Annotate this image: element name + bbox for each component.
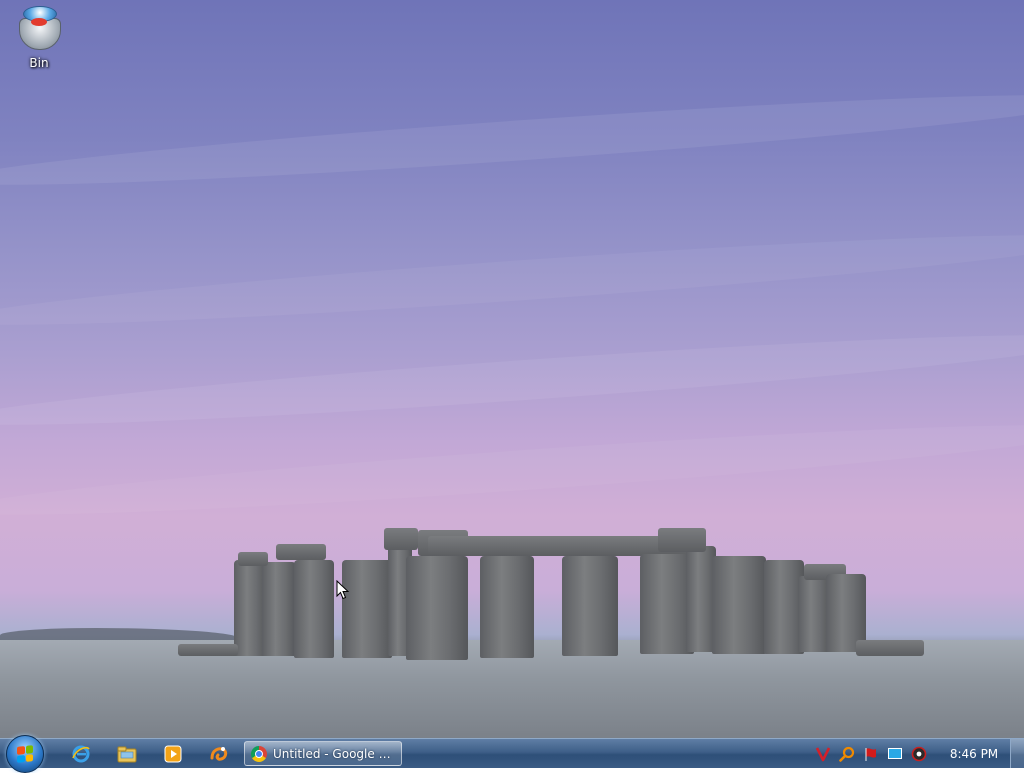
windows-orb-icon bbox=[17, 745, 33, 763]
desktop-wallpaper: Bin bbox=[0, 0, 1024, 738]
recycle-bin-icon bbox=[17, 4, 61, 52]
sky-cloud bbox=[0, 79, 1024, 201]
tray-item-search[interactable] bbox=[836, 743, 858, 765]
sky-cloud bbox=[0, 409, 1024, 531]
uc-browser-icon bbox=[210, 747, 228, 761]
show-desktop-button[interactable] bbox=[1010, 739, 1024, 768]
start-button[interactable] bbox=[6, 735, 44, 773]
vivaldi-icon bbox=[815, 747, 831, 762]
media-player-icon bbox=[164, 745, 182, 763]
chrome-icon bbox=[251, 745, 267, 762]
internet-explorer-icon bbox=[72, 745, 90, 763]
tray-item-action-center[interactable] bbox=[860, 743, 882, 765]
desktop-icon-bin[interactable]: Bin bbox=[10, 4, 68, 76]
taskbar-clock[interactable]: 8:46 PM bbox=[946, 739, 1002, 769]
display-icon bbox=[888, 748, 902, 759]
taskbar-pin-media-player[interactable] bbox=[156, 743, 190, 765]
taskbar-window-chrome[interactable]: Untitled - Google Ch... bbox=[244, 741, 402, 766]
taskbar-window-title: Untitled - Google Ch... bbox=[273, 746, 393, 761]
volume-icon bbox=[911, 746, 927, 762]
file-explorer-icon bbox=[117, 746, 137, 763]
tray-item-display[interactable] bbox=[884, 743, 906, 765]
search-magnifier-icon bbox=[839, 746, 855, 762]
desktop-icon-label: Bin bbox=[29, 56, 49, 70]
sky-cloud bbox=[0, 319, 1024, 441]
tray-item-vivaldi[interactable] bbox=[812, 743, 834, 765]
taskbar-pin-uc-browser[interactable] bbox=[202, 743, 236, 765]
taskbar: Untitled - Google Ch... 8:46 PM bbox=[0, 735, 1024, 773]
taskbar-pin-file-explorer[interactable] bbox=[110, 743, 144, 765]
tray-item-volume[interactable] bbox=[908, 743, 930, 765]
flag-icon bbox=[865, 748, 876, 761]
system-tray bbox=[812, 739, 932, 769]
taskbar-pin-internet-explorer[interactable] bbox=[64, 743, 98, 765]
sky-cloud bbox=[0, 219, 1024, 341]
mouse-cursor-icon bbox=[336, 580, 350, 600]
